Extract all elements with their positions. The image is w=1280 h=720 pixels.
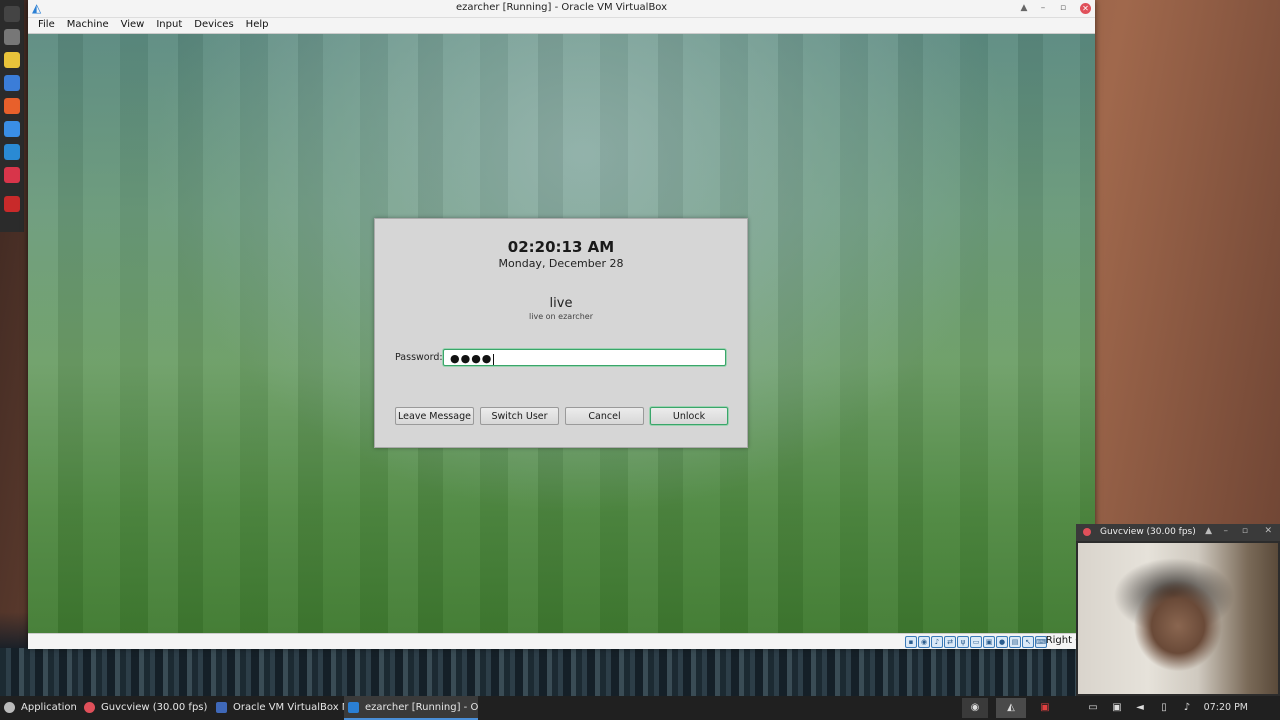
task-vm-running[interactable]: ezarcher [Running] - Or... <box>344 696 478 720</box>
guvcview-app-icon <box>1083 528 1091 536</box>
task-label: Oracle VM VirtualBox M... <box>233 702 346 713</box>
unlock-button[interactable]: Unlock <box>650 407 728 425</box>
guvcview-titlebar[interactable]: Guvcview (30.00 fps) ▲ – ▫ ✕ <box>1076 524 1280 541</box>
task-virtualbox-manager[interactable]: Oracle VM VirtualBox M... <box>214 696 346 720</box>
leave-message-button[interactable]: Leave Message <box>395 407 474 425</box>
notification-bell-icon[interactable]: ♪ <box>1180 701 1194 715</box>
applications-label: Applications <box>21 702 76 713</box>
webcam-video-feed <box>1078 543 1278 694</box>
notes-icon[interactable] <box>4 52 20 68</box>
camera-icon[interactable]: ▣ <box>1110 701 1124 715</box>
calendar-icon[interactable] <box>4 196 20 212</box>
thunderbird-icon[interactable] <box>4 121 20 137</box>
guvcview-title: Guvcview (30.00 fps) <box>1100 527 1196 537</box>
virtualbox-app-icon <box>348 701 359 713</box>
vscode-icon[interactable] <box>4 144 20 160</box>
virtualbox-window: ◭ ezarcher [Running] - Oracle VM Virtual… <box>28 0 1095 649</box>
chrome-icon[interactable] <box>4 75 20 91</box>
maximize-button[interactable]: ▫ <box>1056 1 1070 16</box>
shared-folder-icon[interactable]: ▭ <box>970 636 982 648</box>
cpu-icon[interactable]: ▤ <box>1009 636 1021 648</box>
display-icon[interactable]: ▭ <box>1086 701 1100 715</box>
keep-above-icon[interactable]: ▲ <box>1017 1 1031 16</box>
close-button[interactable]: ✕ <box>1264 526 1272 536</box>
lock-user-host: live on ezarcher <box>529 312 593 321</box>
taskbar-clock[interactable]: 07:20 PM <box>1204 696 1248 720</box>
password-value: ●●●● <box>450 352 493 365</box>
usb-icon[interactable]: ψ <box>957 636 969 648</box>
menu-help[interactable]: Help <box>240 18 275 33</box>
password-label: Password: <box>395 352 443 363</box>
drive-icon[interactable] <box>4 29 20 45</box>
menu-file[interactable]: File <box>32 18 61 33</box>
password-field[interactable]: ●●●● <box>443 349 726 366</box>
guvcview-icon <box>84 701 95 713</box>
menu-input[interactable]: Input <box>150 18 188 33</box>
applications-icon <box>4 701 15 713</box>
virtualbox-tray-icon[interactable]: ◭ <box>996 698 1026 718</box>
switch-user-button[interactable]: Switch User <box>480 407 559 425</box>
task-guvcview[interactable]: Guvcview (30.00 fps) <box>82 696 212 720</box>
minimize-button[interactable]: – <box>1224 526 1229 536</box>
left-launcher <box>0 0 24 232</box>
guvcview-window: Guvcview (30.00 fps) ▲ – ▫ ✕ <box>1076 524 1280 696</box>
optical-drive-icon[interactable]: ◉ <box>918 636 930 648</box>
lock-date: Monday, December 28 <box>498 257 624 270</box>
taskbar: Applications Guvcview (30.00 fps) Oracle… <box>0 696 1280 720</box>
firefox-icon[interactable] <box>4 98 20 114</box>
lock-screen-dialog: 02:20:13 AM Monday, December 28 live liv… <box>374 218 748 448</box>
mouse-integration-icon[interactable]: ↖ <box>1022 636 1034 648</box>
menu-machine[interactable]: Machine <box>61 18 115 33</box>
lock-username: live <box>549 296 573 311</box>
terminal-icon[interactable] <box>4 6 20 22</box>
recorder-tray-icon[interactable]: ▣ <box>1038 701 1052 715</box>
task-label: ezarcher [Running] - Or... <box>365 702 478 713</box>
menu-devices[interactable]: Devices <box>188 18 239 33</box>
clipboard-icon[interactable]: ▯ <box>1157 701 1171 715</box>
network-icon[interactable]: ⇄ <box>944 636 956 648</box>
text-caret <box>493 353 495 365</box>
menu-view[interactable]: View <box>115 18 151 33</box>
hard-disk-icon[interactable]: ▪ <box>905 636 917 648</box>
lock-clock: 02:20:13 AM <box>507 238 615 256</box>
keep-above-icon[interactable]: ▲ <box>1205 526 1212 536</box>
recorder-icon[interactable] <box>4 167 20 183</box>
vm-menubar: File Machine View Input Devices Help <box>28 18 1095 34</box>
maximize-button[interactable]: ▫ <box>1242 526 1248 536</box>
chrome-tray-icon[interactable]: ◉ <box>962 698 988 718</box>
cancel-button[interactable]: Cancel <box>565 407 644 425</box>
status-icons: ▪ ◉ ♪ ⇄ ψ ▭ ▣ ● ▤ ↖ ⌨ <box>905 636 1047 648</box>
virtualbox-icon <box>216 701 227 713</box>
audio-icon[interactable]: ♪ <box>931 636 943 648</box>
vm-titlebar[interactable]: ◭ ezarcher [Running] - Oracle VM Virtual… <box>28 0 1095 18</box>
minimize-button[interactable]: – <box>1036 1 1050 16</box>
vm-window-title: ezarcher [Running] - Oracle VM VirtualBo… <box>455 2 668 13</box>
vm-statusbar: ▪ ◉ ♪ ⇄ ψ ▭ ▣ ● ▤ ↖ ⌨ Right Ctrl <box>28 633 1095 649</box>
task-label: Guvcview (30.00 fps) <box>101 702 208 713</box>
recording-icon[interactable]: ● <box>996 636 1008 648</box>
applications-menu[interactable]: Applications <box>4 696 76 720</box>
volume-icon[interactable]: ◄ <box>1133 701 1147 715</box>
display-icon[interactable]: ▣ <box>983 636 995 648</box>
close-button[interactable]: ✕ <box>1080 3 1091 14</box>
guest-display[interactable]: 02:20:13 AM Monday, December 28 live liv… <box>28 34 1095 633</box>
